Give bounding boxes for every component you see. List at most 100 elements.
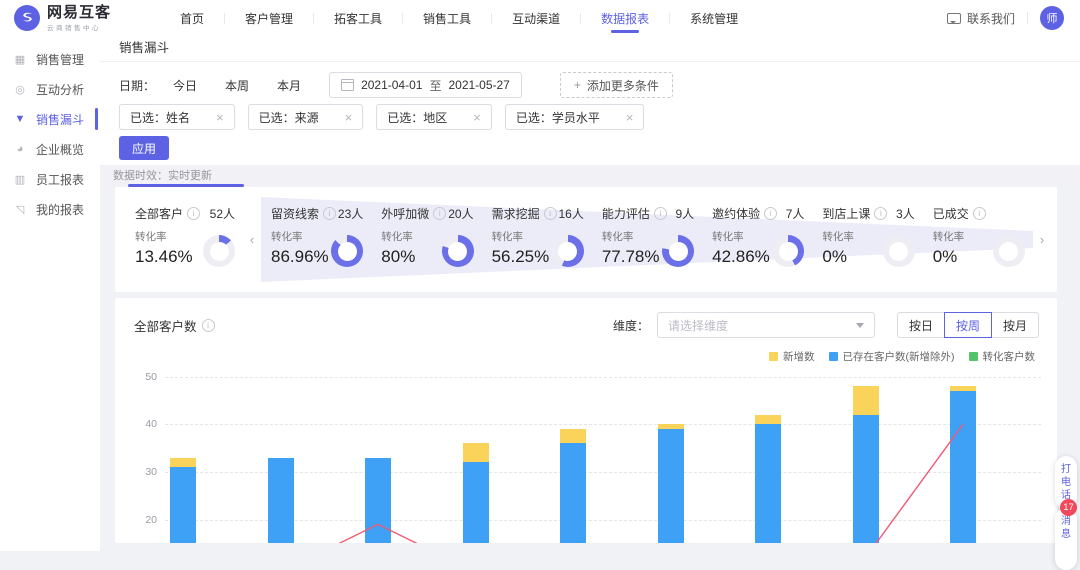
funnel-stage-count: 9人 <box>675 205 694 222</box>
by-day-button[interactable]: 按日 <box>897 312 945 338</box>
legend-swatch <box>969 352 978 361</box>
dimension-select[interactable]: 请选择维度 <box>657 312 875 338</box>
donut-chart <box>772 235 804 267</box>
conversion-rate-value: 56.25% <box>492 247 550 267</box>
data-freshness-banner: 数据时效：实时更新 <box>100 165 1080 187</box>
caret-down-icon <box>856 323 864 328</box>
quick-range-today[interactable]: 今日 <box>173 77 197 94</box>
funnel-stage-visit-class: 到店上课 3人 转化率 0% <box>812 197 922 282</box>
conversion-rate-label: 转化率 <box>271 229 329 244</box>
nav-item-customers[interactable]: 客户管理 <box>225 0 313 36</box>
plus-icon: + <box>574 78 581 92</box>
close-icon[interactable]: × <box>345 111 353 124</box>
info-icon[interactable] <box>323 207 336 220</box>
logo-title: 网易互客 <box>47 5 111 20</box>
main-content: 销售漏斗 日期： 今日 本周 本月 2021-04-01 至 2021-05-2… <box>100 36 1080 551</box>
close-icon[interactable]: × <box>473 111 481 124</box>
nav-item-system[interactable]: 系统管理 <box>670 0 758 36</box>
funnel-zone: 留资线索 23人 转化率 86.96% 外呼加微 20人 转化率 80% <box>261 197 1033 282</box>
sidebar-item-sales-funnel[interactable]: ▼ 销售漏斗 <box>0 104 100 134</box>
sidebar-item-my-report[interactable]: ◹ 我的报表 <box>0 194 100 224</box>
funnel-stage-name: 邀约体验 <box>712 205 760 222</box>
info-icon[interactable] <box>654 207 667 220</box>
conversion-rate-value: 42.86% <box>712 247 770 267</box>
nav-item-sales-tools[interactable]: 销售工具 <box>403 0 491 36</box>
trend-icon: ◹ <box>13 203 27 216</box>
apply-button[interactable]: 应用 <box>119 136 169 160</box>
app-logo[interactable]: 网易互客 云商销售中心 <box>0 5 134 32</box>
info-icon[interactable] <box>544 207 557 220</box>
message-badge: 17 <box>1060 499 1077 516</box>
conversion-rate-label: 转化率 <box>381 229 415 244</box>
contact-us-button[interactable]: 联系我们 <box>947 10 1015 27</box>
filter-chip-name: 已选：姓名 × <box>119 104 235 130</box>
message-button[interactable]: 消息 <box>1055 508 1077 570</box>
funnel-stage-name: 全部客户 <box>135 205 183 222</box>
date-separator: 至 <box>429 77 441 94</box>
close-icon[interactable]: × <box>216 111 224 124</box>
sidebar-item-company-overview[interactable]: ◕ 企业概览 <box>0 134 100 164</box>
filter-panel: 日期： 今日 本周 本月 2021-04-01 至 2021-05-27 + 添… <box>100 62 1080 165</box>
info-icon[interactable] <box>973 207 986 220</box>
funnel-stage-name: 已成交 <box>933 205 969 222</box>
by-week-button[interactable]: 按周 <box>944 312 992 338</box>
sidebar-item-sales-management[interactable]: ▦ 销售管理 <box>0 44 100 74</box>
conversion-rate-value: 0% <box>822 247 854 267</box>
by-month-button[interactable]: 按月 <box>991 312 1039 338</box>
sidebar-item-label: 销售漏斗 <box>36 111 84 128</box>
conversion-rate-value: 0% <box>933 247 965 267</box>
quick-range-week[interactable]: 本周 <box>225 77 249 94</box>
user-avatar[interactable]: 师 <box>1040 6 1064 30</box>
funnel-stage-all-customers: 全部客户 52人 转化率 13.46% <box>125 197 243 282</box>
chip-label: 已选：姓名 <box>130 109 190 126</box>
info-icon[interactable] <box>187 207 200 220</box>
top-navbar: 网易互客 云商销售中心 首页 客户管理 拓客工具 销售工具 互动渠道 数据报表 … <box>0 0 1080 36</box>
top-nav-menu: 首页 客户管理 拓客工具 销售工具 互动渠道 数据报表 系统管理 <box>160 0 758 36</box>
conversion-rate-value: 77.78% <box>602 247 660 267</box>
funnel-stage-closed: 已成交 转化率 0% <box>923 197 1033 282</box>
topbar-right: 联系我们 师 <box>947 6 1080 30</box>
chip-label: 已选：来源 <box>259 109 319 126</box>
funnel-stage-outbound-call: 外呼加微 20人 转化率 80% <box>371 197 481 282</box>
conversion-rate-label: 转化率 <box>712 229 770 244</box>
donut-chart <box>552 235 584 267</box>
sidebar-item-label: 企业概览 <box>36 141 84 158</box>
chevron-right-icon[interactable]: › <box>1033 197 1051 282</box>
date-filter-label: 日期： <box>119 77 155 94</box>
info-icon[interactable] <box>874 207 887 220</box>
legend-swatch <box>829 352 838 361</box>
legend-item-converted[interactable]: 转化客户数 <box>969 349 1036 364</box>
funnel-stage-count: 16人 <box>558 205 583 222</box>
funnel-icon: ▼ <box>13 113 27 125</box>
chart-legend: 新增数 已存在客户数(新增除外) 转化客户数 <box>769 349 1035 364</box>
nav-item-reports[interactable]: 数据报表 <box>581 0 669 36</box>
nav-item-home[interactable]: 首页 <box>160 0 224 36</box>
sidebar-item-interaction-analysis[interactable]: ◎ 互动分析 <box>0 74 100 104</box>
conversion-rate-label: 转化率 <box>492 229 550 244</box>
legend-label: 新增数 <box>783 349 815 364</box>
calendar-icon <box>341 79 354 91</box>
sidebar-item-employee-report[interactable]: ▥ 员工报表 <box>0 164 100 194</box>
quick-range-month[interactable]: 本月 <box>277 77 301 94</box>
info-icon[interactable] <box>202 319 215 332</box>
close-icon[interactable]: × <box>626 111 634 124</box>
date-range-input[interactable]: 2021-04-01 至 2021-05-27 <box>329 72 522 98</box>
legend-label: 已存在客户数(新增除外) <box>843 349 955 364</box>
nav-item-channels[interactable]: 互动渠道 <box>492 0 580 36</box>
funnel-stage-ability-evaluation: 能力评估 9人 转化率 77.78% <box>592 197 702 282</box>
conversion-rate-value: 80% <box>381 247 415 267</box>
legend-item-existing[interactable]: 已存在客户数(新增除外) <box>829 349 955 364</box>
dimension-placeholder: 请选择维度 <box>668 317 728 334</box>
data-freshness-label: 数据时效：实时更新 <box>113 170 212 182</box>
legend-item-new[interactable]: 新增数 <box>769 349 815 364</box>
chevron-left-icon[interactable]: ‹ <box>243 197 261 282</box>
info-icon[interactable] <box>764 207 777 220</box>
logo-subtitle: 云商销售中心 <box>47 22 111 32</box>
conversion-rate-label: 转化率 <box>822 229 854 244</box>
target-icon: ◎ <box>13 83 27 96</box>
conversion-rate-label: 转化率 <box>602 229 660 244</box>
nav-item-prospecting[interactable]: 拓客工具 <box>314 0 402 36</box>
add-condition-button[interactable]: + 添加更多条件 <box>560 72 673 98</box>
info-icon[interactable] <box>433 207 446 220</box>
filter-chip-source: 已选：来源 × <box>248 104 364 130</box>
